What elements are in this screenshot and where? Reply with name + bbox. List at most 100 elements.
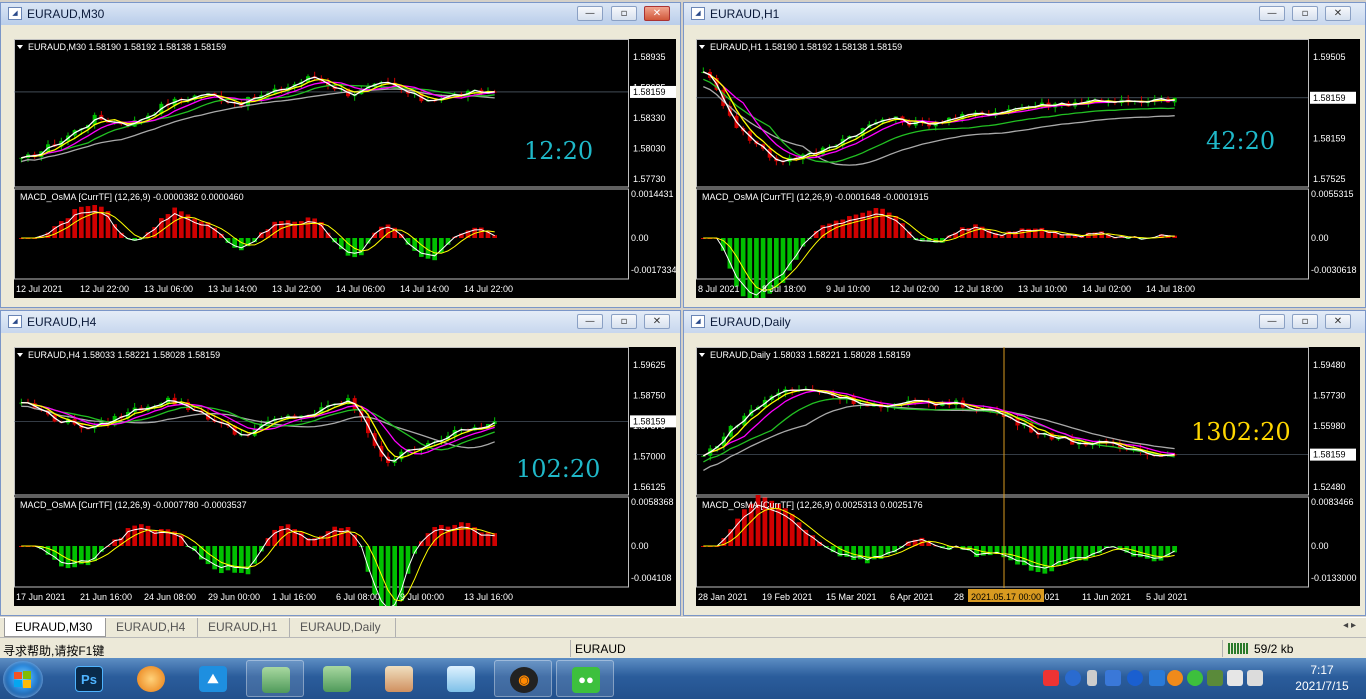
volume-icon[interactable] (1247, 670, 1263, 686)
time-tick-label: 12 Jul 22:00 (80, 284, 129, 294)
macd-pane (14, 496, 629, 606)
maximize-button[interactable]: ▫ (611, 314, 637, 329)
time-tick-label: 8 Jul 18:00 (762, 284, 806, 294)
price-chart[interactable]: EURAUD,H1 1.58190 1.58192 1.58138 1.5815… (696, 39, 1360, 298)
macd-histogram-bar (285, 524, 291, 546)
macd-histogram-bar (880, 208, 885, 238)
window-titlebar[interactable]: ◢ EURAUD,H1 — ▫ ✕ (684, 3, 1365, 25)
tab-euraud-m30[interactable]: EURAUD,M30 (4, 618, 106, 637)
macd-histogram-bar (1062, 546, 1068, 565)
minimize-button[interactable]: — (577, 6, 603, 21)
chart-window-m30[interactable]: ◢ EURAUD,M30 — ▫ ✕ EURAUD,M30 1.58190 1.… (0, 2, 681, 308)
keyboard-icon[interactable] (1087, 670, 1097, 686)
candle-body (701, 455, 706, 457)
chart-window-h1[interactable]: ◢ EURAUD,H1 — ▫ ✕ EURAUD,H1 1.58190 1.58… (683, 2, 1366, 308)
chart-labels: EURAUD,H4 1.58033 1.58221 1.58028 1.5815… (16, 350, 676, 602)
photoshop-icon: Ps (75, 666, 103, 692)
minimize-button[interactable]: — (1259, 6, 1285, 21)
price-tick-label: 1.58030 (633, 144, 666, 154)
taskbar-photoshop[interactable]: Ps (60, 660, 118, 697)
macd-histogram-bar (72, 546, 77, 568)
taskbar-drawing-app[interactable] (370, 660, 428, 697)
taskbar-notebook[interactable] (432, 660, 490, 697)
window-titlebar[interactable]: ◢ EURAUD,H4 — ▫ ✕ (1, 311, 680, 333)
wechat-tray-icon[interactable] (1187, 670, 1203, 686)
macd-histogram-bar (754, 238, 759, 298)
macd-histogram-bar (1049, 546, 1055, 572)
notebook-icon (447, 666, 475, 692)
close-button[interactable]: ✕ (644, 6, 670, 21)
taskbar-cloud-app[interactable]: ⛰ (184, 660, 242, 697)
chart-area[interactable]: EURAUD,H4 1.58033 1.58221 1.58028 1.5815… (14, 347, 676, 606)
macd-histogram-bar (285, 220, 291, 238)
close-button[interactable]: ✕ (1325, 6, 1351, 21)
taskbar-browser[interactable] (122, 660, 180, 697)
usb-icon[interactable] (1207, 670, 1223, 686)
chart-window-daily[interactable]: ◢ EURAUD,Daily — ▫ ✕ EURAUD,Daily 1.5803… (683, 310, 1366, 616)
maximize-button[interactable]: ▫ (1292, 6, 1318, 21)
macd-tick-label: 0.00 (1311, 541, 1329, 551)
status-symbol: EURAUD (575, 642, 626, 656)
chart-area[interactable]: EURAUD,Daily 1.58033 1.58221 1.58028 1.5… (696, 347, 1360, 606)
close-button[interactable]: ✕ (644, 314, 670, 329)
macd-histogram-bar (239, 546, 244, 573)
ninja-tray-icon[interactable] (1167, 670, 1183, 686)
price-chart[interactable]: EURAUD,H4 1.58033 1.58221 1.58028 1.5815… (14, 347, 676, 606)
macd-histogram-bar (419, 238, 424, 257)
macd-histogram-bar (728, 529, 734, 546)
time-tick-label: 5 Jul 2021 (1146, 592, 1188, 602)
bar-countdown-timer: 1302:20 (1191, 418, 1291, 446)
macd-histogram-bar (485, 532, 491, 546)
chart-area[interactable]: EURAUD,M30 1.58190 1.58192 1.58138 1.581… (14, 39, 676, 298)
status-traffic: 59/2 kb (1254, 642, 1294, 656)
macd-histogram-bar (385, 546, 391, 606)
sogou-ime-icon[interactable] (1043, 670, 1059, 686)
bluetooth-icon[interactable] (1127, 670, 1143, 686)
taskbar-wechat[interactable]: ●● (556, 660, 614, 697)
price-tick-label: 1.58159 (1313, 133, 1346, 143)
crosshair-time-label: 2021.05.17 00:00 (971, 592, 1041, 602)
time-tick-label: 11 Jun 2021 (1082, 592, 1131, 602)
macd-histogram-bar (727, 238, 733, 269)
taskbar-clock[interactable]: 7:17 2021/7/15 (1278, 662, 1366, 694)
macd-histogram-bar (1035, 546, 1041, 573)
macd-histogram-bar (139, 524, 144, 546)
price-chart[interactable]: EURAUD,Daily 1.58033 1.58221 1.58028 1.5… (696, 347, 1360, 606)
macd-histogram-bar (372, 546, 377, 595)
tab-euraud-h1[interactable]: EURAUD,H1 (198, 618, 290, 637)
lock-icon[interactable] (1105, 670, 1121, 686)
macd-indicator-label: MACD_OsMA [CurrTF] (12,26,9) -0.0007780 … (20, 500, 247, 510)
chart-menu-icon (699, 45, 705, 49)
status-help-text: 寻求帮助,请按F1键 (3, 644, 105, 658)
price-chart[interactable]: EURAUD,M30 1.58190 1.58192 1.58138 1.581… (14, 39, 676, 298)
window-titlebar[interactable]: ◢ EURAUD,Daily — ▫ ✕ (684, 311, 1365, 333)
tab-scroll-arrows[interactable]: ◂ ▸ (1343, 620, 1356, 631)
help-icon[interactable] (1065, 670, 1081, 686)
macd-histogram-bar (145, 525, 151, 546)
macd-histogram-bar (1028, 546, 1034, 571)
macd-histogram-bar (85, 206, 91, 238)
taskbar-metatrader-2[interactable] (308, 660, 366, 697)
maximize-button[interactable]: ▫ (1292, 314, 1318, 329)
minimize-button[interactable]: — (577, 314, 603, 329)
tab-euraud-daily[interactable]: EURAUD,Daily (290, 618, 396, 637)
chart-window-icon: ◢ (691, 315, 705, 328)
taskbar-ninja-app[interactable]: ◉ (494, 660, 552, 697)
macd-histogram-bar (973, 224, 978, 238)
network-icon[interactable] (1227, 670, 1243, 686)
minimize-button[interactable]: — (1259, 314, 1285, 329)
taskbar-metatrader-1[interactable] (246, 660, 304, 697)
close-button[interactable]: ✕ (1325, 314, 1351, 329)
chart-symbol-label: EURAUD,H4 1.58033 1.58221 1.58028 1.5815… (28, 350, 220, 360)
time-tick-label: 6 Apr 2021 (890, 592, 934, 602)
macd-tick-label: -0.004108 (631, 573, 672, 583)
macd-pane (696, 188, 1309, 298)
start-button[interactable] (3, 661, 43, 698)
chart-window-h4[interactable]: ◢ EURAUD,H4 — ▫ ✕ EURAUD,H4 1.58033 1.58… (0, 310, 681, 616)
shield-icon[interactable] (1149, 670, 1165, 686)
macd-histogram-bar (780, 238, 786, 283)
window-titlebar[interactable]: ◢ EURAUD,M30 — ▫ ✕ (1, 3, 680, 25)
chart-area[interactable]: EURAUD,H1 1.58190 1.58192 1.58138 1.5815… (696, 39, 1360, 298)
maximize-button[interactable]: ▫ (611, 6, 637, 21)
tab-euraud-h4[interactable]: EURAUD,H4 (106, 618, 198, 637)
